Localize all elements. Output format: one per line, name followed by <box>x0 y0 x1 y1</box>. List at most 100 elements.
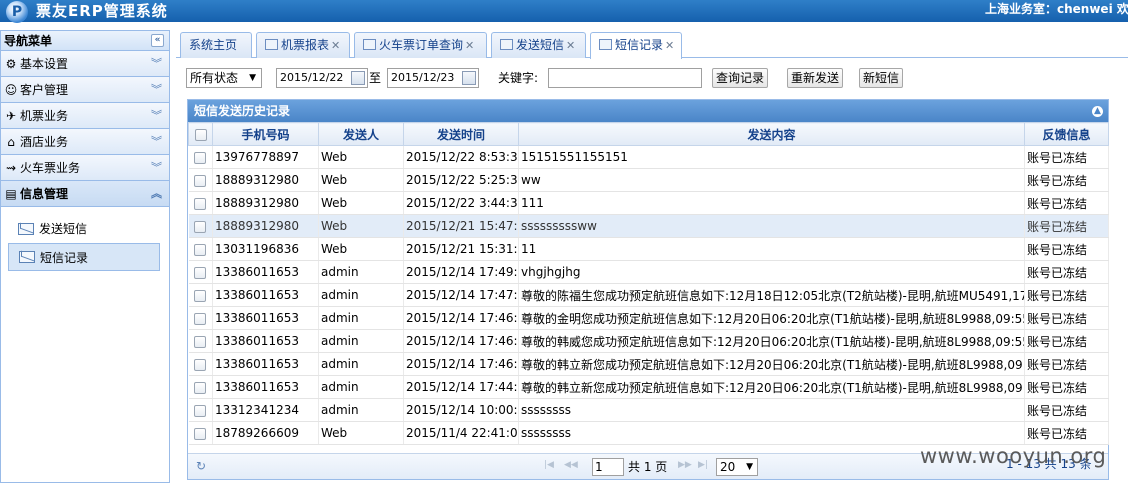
date-to-input[interactable]: 2015/12/23 <box>387 68 479 88</box>
status-select-value: 所有状态 <box>190 71 239 85</box>
close-icon[interactable]: ✕ <box>331 39 340 52</box>
column-header-feedback[interactable]: 反馈信息 <box>1024 122 1109 146</box>
cell-time: 2015/11/4 22:41:07 <box>403 421 519 445</box>
cell-content: ssssssss <box>518 398 1025 422</box>
sidebar-header: 导航菜单 « <box>1 31 169 51</box>
tab-1[interactable]: 机票报表 ✕ <box>256 32 350 58</box>
envelope-icon <box>18 223 34 235</box>
collapse-sidebar-icon[interactable]: « <box>151 34 164 47</box>
envelope-icon <box>19 251 35 263</box>
cell-content: 15151551155151 <box>518 145 1025 169</box>
row-checkbox[interactable] <box>188 352 213 376</box>
sidebar-section-label: 信息管理 <box>20 187 69 201</box>
sidebar-section-4[interactable]: ⇝ 火车票业务 ︾ <box>1 155 169 181</box>
sidebar-section-1[interactable]: ☺ 客户管理 ︾ <box>1 77 169 103</box>
page-size-select[interactable]: 20 ▼ <box>716 458 758 476</box>
row-checkbox[interactable] <box>188 191 213 215</box>
tab-label: 系统主页 <box>189 38 238 52</box>
cell-time: 2015/12/22 5:25:31 <box>403 168 519 192</box>
table-row[interactable]: 18889312980 Web 2015/12/22 5:25:31 ww 账号已冻结 <box>188 168 1109 192</box>
sidebar-section-0[interactable]: ⚙ 基本设置 ︾ <box>1 51 169 77</box>
tab-2[interactable]: 火车票订单查询 ✕ <box>354 32 487 58</box>
close-icon[interactable]: ✕ <box>665 39 674 52</box>
row-checkbox[interactable] <box>188 421 213 445</box>
table-row[interactable]: 13312341234 admin 2015/12/14 10:00:4 ssssss… <box>188 398 1109 422</box>
cell-phone: 18889312980 <box>212 168 319 192</box>
first-page-icon[interactable]: |◀ <box>544 460 554 470</box>
sidebar-subitem-0[interactable]: 发送短信 <box>1 215 169 243</box>
table-row[interactable]: 13386011653 admin 2015/12/14 17:46:1 尊敬的韩威您… <box>188 329 1109 353</box>
status-select[interactable]: 所有状态 ▼ <box>186 68 262 88</box>
new-sms-button[interactable]: 新短信 <box>859 68 904 88</box>
row-checkbox[interactable] <box>188 283 213 307</box>
tab-label: 机票报表 <box>281 38 330 52</box>
last-page-icon[interactable]: ▶| <box>698 460 708 470</box>
tab-icon <box>599 39 612 50</box>
sms-table: 手机号码 发送人 发送时间 发送内容 反馈信息 13976778897 Web 20… <box>188 122 1109 445</box>
cell-content: ww <box>518 168 1025 192</box>
cell-sender: admin <box>318 375 404 399</box>
column-header-content[interactable]: 发送内容 <box>518 122 1025 146</box>
row-checkbox[interactable] <box>188 398 213 422</box>
table-row[interactable]: 13031196836 Web 2015/12/21 15:31:0 11 账号已冻结 <box>188 237 1109 261</box>
chevron-down-icon: ︾ <box>151 109 162 122</box>
cell-sender: admin <box>318 352 404 376</box>
query-button[interactable]: 查询记录 <box>712 68 769 88</box>
table-row[interactable]: 13386011653 admin 2015/12/14 17:49:5 vhgjhg… <box>188 260 1109 284</box>
cell-sender: Web <box>318 168 404 192</box>
sidebar: 导航菜单 « ⚙ 基本设置 ︾ ☺ 客户管理 ︾ ✈ 机票业务 ︾ ⌂ 酒店业务 ︾ ⇝ 火车票业务 ︾ ▤ 信… <box>0 30 170 483</box>
row-checkbox[interactable] <box>188 375 213 399</box>
cell-phone: 13386011653 <box>212 352 319 376</box>
select-all-checkbox[interactable] <box>188 122 213 146</box>
table-row[interactable]: 13386011653 admin 2015/12/14 17:47:5 尊敬的陈福生… <box>188 283 1109 307</box>
sidebar-section-3[interactable]: ⌂ 酒店业务 ︾ <box>1 129 169 155</box>
keyword-input[interactable] <box>548 68 702 88</box>
info-icon: ▤ <box>5 187 17 201</box>
row-checkbox[interactable] <box>188 329 213 353</box>
tab-label: 短信记录 <box>615 38 664 52</box>
table-row[interactable]: 13386011653 admin 2015/12/14 17:46:1 尊敬的韩立新… <box>188 352 1109 376</box>
table-row[interactable]: 13386011653 admin 2015/12/14 17:44:0 尊敬的韩立新… <box>188 375 1109 399</box>
cell-feedback: 账号已冻结 <box>1024 283 1109 307</box>
train-icon: ⇝ <box>5 161 17 175</box>
row-checkbox[interactable] <box>188 260 213 284</box>
gears-icon: ⚙ <box>5 57 17 71</box>
calendar-icon[interactable] <box>351 71 365 85</box>
column-header-time[interactable]: 发送时间 <box>403 122 519 146</box>
row-checkbox[interactable] <box>188 237 213 261</box>
tab-3[interactable]: 发送短信 ✕ <box>491 32 586 58</box>
cell-time: 2015/12/14 17:46:1 <box>403 329 519 353</box>
cell-feedback: 账号已冻结 <box>1024 352 1109 376</box>
sidebar-subitem-1[interactable]: 短信记录 <box>8 243 160 271</box>
table-row[interactable]: 13386011653 admin 2015/12/14 17:46:1 尊敬的金明您… <box>188 306 1109 330</box>
cell-sender: admin <box>318 329 404 353</box>
tab-label: 火车票订单查询 <box>379 38 464 52</box>
calendar-icon[interactable] <box>462 71 476 85</box>
row-checkbox[interactable] <box>188 168 213 192</box>
cell-phone: 13386011653 <box>212 375 319 399</box>
date-from-input[interactable]: 2015/12/22 <box>276 68 368 88</box>
refresh-icon[interactable]: ↻ <box>196 459 206 473</box>
collapse-panel-icon[interactable]: ▲ <box>1092 106 1103 117</box>
tab-4[interactable]: 短信记录 ✕ <box>590 32 682 59</box>
row-checkbox[interactable] <box>188 214 213 238</box>
next-page-icon[interactable]: ▶▶ <box>678 460 692 470</box>
row-checkbox[interactable] <box>188 145 213 169</box>
close-icon[interactable]: ✕ <box>465 39 474 52</box>
close-icon[interactable]: ✕ <box>566 39 575 52</box>
row-checkbox[interactable] <box>188 306 213 330</box>
table-row[interactable]: 18789266609 Web 2015/11/4 22:41:07 ssssssss… <box>188 421 1109 445</box>
table-row[interactable]: 18889312980 Web 2015/12/21 15:47:1 ssssssss… <box>188 214 1109 238</box>
column-header-sender[interactable]: 发送人 <box>318 122 404 146</box>
total-pages-label: 共 1 页 <box>628 460 668 474</box>
column-header-phone[interactable]: 手机号码 <box>212 122 319 146</box>
table-row[interactable]: 13976778897 Web 2015/12/22 8:53:37 15151551… <box>188 145 1109 169</box>
table-row[interactable]: 18889312980 Web 2015/12/22 3:44:39 111 账号已冻结 <box>188 191 1109 215</box>
cell-time: 2015/12/22 3:44:39 <box>403 191 519 215</box>
page-number-input[interactable]: 1 <box>592 458 624 476</box>
tab-0[interactable]: 系统主页 <box>180 32 252 58</box>
sidebar-section-2[interactable]: ✈ 机票业务 ︾ <box>1 103 169 129</box>
sidebar-section-5[interactable]: ▤ 信息管理 ︽ <box>1 181 169 207</box>
resend-button[interactable]: 重新发送 <box>787 68 844 88</box>
prev-page-icon[interactable]: ◀◀ <box>564 460 578 470</box>
